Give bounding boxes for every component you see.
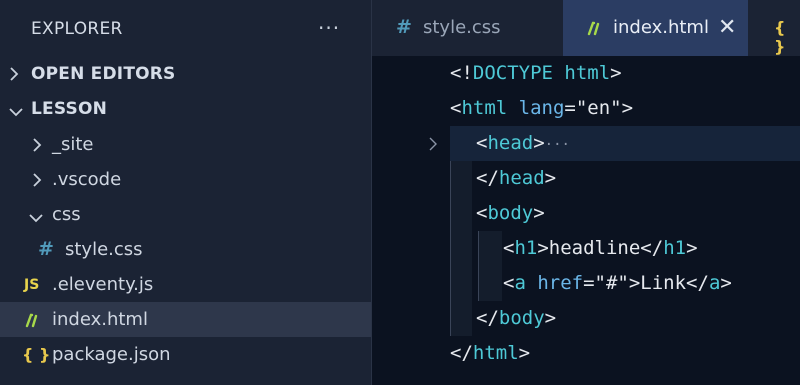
chevron-down-icon — [28, 209, 44, 228]
explorer-header: EXPLORER ··· — [0, 0, 371, 58]
tree-item-label: _site — [52, 134, 94, 155]
code-token: > — [686, 237, 698, 259]
tab-style-css[interactable]: # style.css — [372, 0, 562, 56]
code-token: < — [476, 132, 488, 154]
open-editors-label: OPEN EDITORS — [31, 64, 176, 84]
code-token: </ — [476, 307, 499, 329]
code-token: ="#">Link</ — [583, 272, 709, 294]
folded-ellipsis[interactable]: ··· — [545, 137, 570, 153]
code-line-4: </head> — [476, 161, 556, 196]
code-token: html — [472, 342, 519, 364]
code-token: < — [476, 202, 488, 224]
close-icon[interactable]: ✕ — [718, 15, 736, 40]
tab-index-html[interactable]: index.html ✕ — [563, 0, 748, 56]
code-token: <! — [450, 62, 473, 84]
code-line-6: <h1>headline</h1> — [503, 231, 698, 266]
editor-tab-bar: # style.css index.html ✕ { } — [372, 0, 800, 56]
code-token: h1 — [663, 237, 687, 259]
tree-file-index-html[interactable]: index.html — [0, 302, 371, 337]
code-token: > — [720, 272, 732, 294]
code-line-9: </html> — [450, 336, 530, 371]
code-token: html — [461, 97, 508, 119]
json-file-icon: { } — [774, 18, 786, 56]
chevron-right-icon — [31, 172, 43, 192]
code-token: body — [498, 307, 545, 329]
code-line-2: <html lang="en"> — [450, 91, 633, 126]
code-token: DOCTYPE html — [472, 62, 611, 84]
code-token: < — [503, 272, 515, 294]
code-token: a — [708, 272, 721, 294]
code-token: < — [450, 97, 462, 119]
tab-label: style.css — [423, 17, 501, 38]
code-token: head — [498, 167, 545, 189]
code-token: < — [503, 237, 515, 259]
code-line-7: <a href="#">Link</a> — [503, 266, 732, 301]
code-token: body — [487, 202, 534, 224]
tab-label: index.html — [613, 17, 709, 38]
code-token: h1 — [514, 237, 538, 259]
code-token: lang — [507, 97, 565, 119]
code-line-5: <body> — [476, 196, 545, 231]
indent-guide — [478, 231, 479, 301]
eleventy-file-icon — [23, 312, 41, 332]
js-file-icon: JS — [24, 277, 40, 293]
code-token: > — [518, 342, 531, 364]
tab-json-partial[interactable]: { } — [749, 0, 800, 56]
code-token: > — [544, 167, 557, 189]
code-token: > — [544, 307, 557, 329]
eleventy-file-icon — [585, 20, 603, 40]
code-token: head — [487, 132, 534, 154]
explorer-sidebar: EXPLORER ··· OPEN EDITORS LESSON _site .… — [0, 0, 372, 385]
code-token: > — [533, 202, 545, 224]
code-line-1: <!DOCTYPE html> — [450, 56, 622, 91]
lesson-section[interactable]: LESSON — [0, 92, 371, 126]
tree-folder-site[interactable]: _site — [0, 127, 371, 162]
css-file-icon: # — [396, 16, 412, 38]
code-token: a — [514, 272, 526, 294]
vscode-window: EXPLORER ··· OPEN EDITORS LESSON _site .… — [0, 0, 800, 385]
indent-band — [478, 231, 502, 301]
json-file-icon: { } — [22, 345, 51, 364]
tree-item-label: .vscode — [52, 169, 122, 190]
chevron-down-icon — [8, 103, 24, 122]
tree-item-label: package.json — [52, 344, 171, 365]
code-editor[interactable]: <!DOCTYPE html> <html lang="en"> <head>·… — [372, 56, 800, 385]
tree-item-label: index.html — [52, 309, 148, 330]
chevron-right-icon — [8, 66, 20, 86]
tree-file-style-css[interactable]: # style.css — [0, 232, 371, 267]
tree-file-package-json[interactable]: { } package.json — [0, 337, 371, 372]
chevron-right-icon — [31, 137, 43, 157]
code-token: href — [525, 272, 584, 294]
code-line-8: </body> — [476, 301, 556, 336]
css-file-icon: # — [38, 238, 54, 260]
more-actions-icon[interactable]: ··· — [318, 16, 340, 40]
code-line-3: <head>··· — [476, 126, 570, 161]
tree-item-label: .eleventy.js — [52, 274, 154, 295]
fold-chevron-icon[interactable] — [428, 136, 438, 155]
code-token: </ — [476, 167, 499, 189]
code-token: ="en"> — [564, 97, 634, 119]
code-token: >headline</ — [537, 237, 664, 259]
code-token: > — [610, 62, 622, 84]
tree-folder-vscode[interactable]: .vscode — [0, 162, 371, 197]
lesson-label: LESSON — [31, 99, 108, 119]
open-editors-section[interactable]: OPEN EDITORS — [0, 57, 371, 91]
explorer-title: EXPLORER — [31, 19, 123, 39]
tree-item-label: css — [52, 204, 81, 225]
tree-item-label: style.css — [65, 239, 143, 260]
tree-folder-css[interactable]: css — [0, 197, 371, 232]
code-token: </ — [450, 342, 473, 364]
tree-file-eleventy-js[interactable]: JS .eleventy.js — [0, 267, 371, 302]
code-token: > — [533, 132, 545, 154]
